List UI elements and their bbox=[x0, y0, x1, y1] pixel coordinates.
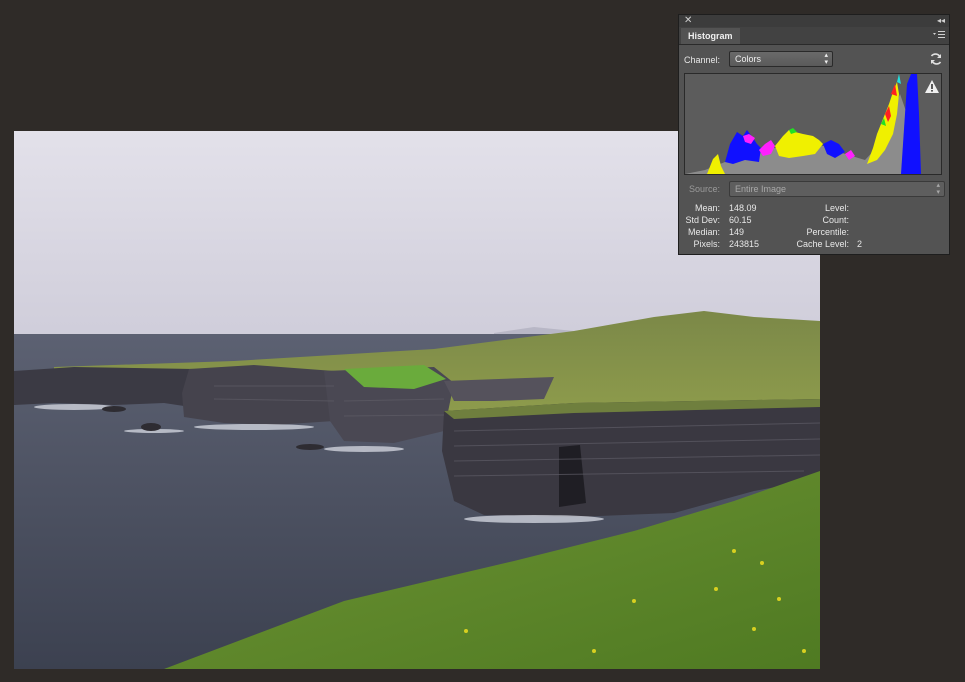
dropdown-arrows-icon: ▴ ▾ bbox=[824, 52, 828, 66]
mean-value: 148.09 bbox=[729, 203, 757, 213]
collapse-icon[interactable]: ◂◂ bbox=[937, 15, 945, 27]
channel-select[interactable]: Colors ▴ ▾ bbox=[729, 51, 833, 67]
cache-level-value: 2 bbox=[857, 239, 863, 249]
pixels-label: Pixels: bbox=[693, 239, 720, 249]
count-label: Count: bbox=[822, 215, 849, 225]
close-icon[interactable]: ✕ bbox=[684, 15, 692, 27]
warning-icon[interactable] bbox=[925, 80, 939, 93]
histogram-graph bbox=[684, 73, 942, 175]
histogram-plot bbox=[685, 74, 921, 174]
median-label: Median: bbox=[687, 227, 720, 237]
source-label: Source: bbox=[689, 184, 721, 194]
channel-label: Channel: bbox=[684, 55, 721, 65]
percentile-label: Percentile: bbox=[806, 227, 849, 237]
panel-tab-row: Histogram bbox=[679, 27, 949, 45]
channel-value: Colors bbox=[735, 54, 762, 64]
std-dev-label: Std Dev: bbox=[685, 215, 720, 225]
mean-label: Mean: bbox=[694, 203, 720, 213]
median-value: 149 bbox=[729, 227, 745, 237]
level-label: Level: bbox=[824, 203, 849, 213]
std-dev-value: 60.15 bbox=[729, 215, 752, 225]
histogram-panel: ✕ ◂◂ Histogram Channel: Colors ▴ ▾ Sourc… bbox=[678, 14, 950, 255]
pixels-value: 243815 bbox=[729, 239, 760, 249]
panel-title-bar[interactable]: ✕ ◂◂ bbox=[679, 15, 949, 27]
tab-histogram[interactable]: Histogram bbox=[681, 28, 740, 44]
source-select[interactable]: Entire Image ▴ ▾ bbox=[729, 181, 945, 197]
dropdown-arrows-icon: ▴ ▾ bbox=[936, 182, 940, 196]
cache-level-label: Cache Level: bbox=[796, 239, 849, 249]
refresh-icon[interactable] bbox=[929, 52, 943, 66]
panel-menu-icon[interactable] bbox=[933, 30, 945, 40]
source-value: Entire Image bbox=[735, 184, 787, 194]
